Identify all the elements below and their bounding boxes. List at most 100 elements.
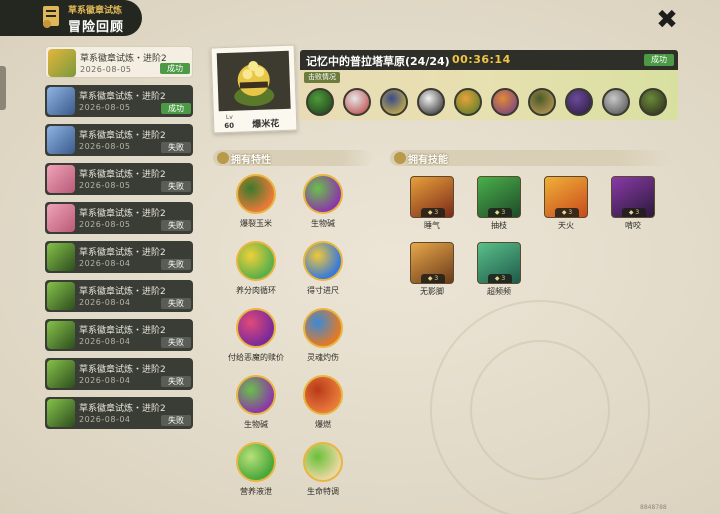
trait-item[interactable]: 灵魂灼伤 <box>293 308 353 363</box>
skill-item[interactable]: ◆ 3 抽枝 <box>477 176 521 231</box>
header-subtitle: 草系徽章试炼 <box>68 6 123 16</box>
result-badge: 成功 <box>644 54 674 66</box>
trait-icon <box>236 375 276 415</box>
pet-portrait <box>216 50 291 112</box>
record-result-badge: 失败 <box>161 415 191 426</box>
record-date: 2026-08-05 <box>79 103 131 112</box>
record-date: 2026-08-04 <box>79 337 131 346</box>
trait-item[interactable]: 爆裂玉米 <box>226 174 286 229</box>
battle-detail: Lv 60 爆米花 记忆中的普拉塔草原(24/24) 00:36:14 成功 击… <box>208 44 678 134</box>
record-item[interactable]: 草系徽章试炼・进阶2 2026-08-04 失败 <box>45 241 193 273</box>
trait-name: 付给恶魔的赎价 <box>228 353 284 362</box>
skill-item[interactable]: ◆ 3 睡气 <box>410 176 454 231</box>
defeated-foe-avatar <box>491 88 519 116</box>
skill-name: 抽枝 <box>491 221 507 230</box>
trait-item[interactable]: 生物碱 <box>293 174 353 229</box>
record-item[interactable]: 草系徽章试炼・进阶2 2026-08-05 失败 <box>45 202 193 234</box>
side-tab-handle[interactable] <box>0 66 6 110</box>
record-result-badge: 成功 <box>160 63 190 74</box>
defeated-foe-avatar <box>565 88 593 116</box>
trait-item[interactable]: 生物碱 <box>226 375 286 430</box>
skills-header: 拥有技能 <box>390 150 674 166</box>
record-item[interactable]: 草系徽章试炼・进阶2 2026-08-05 失败 <box>45 163 193 195</box>
record-date: 2026-08-05 <box>80 65 132 74</box>
trait-name: 养分肉循环 <box>236 286 276 295</box>
skill-cost: ◆ 3 <box>488 274 512 283</box>
record-item[interactable]: 草系徽章试炼・进阶2 2026-08-04 失败 <box>45 397 193 429</box>
pet-avatar <box>47 126 75 154</box>
trait-name: 爆裂玉米 <box>240 219 272 228</box>
defeated-foes <box>306 88 667 116</box>
skill-icon: ◆ 3 <box>410 176 454 218</box>
defeated-foe-avatar <box>602 88 630 116</box>
skill-item[interactable]: ◆ 3 啃咬 <box>611 176 655 231</box>
trait-icon <box>303 375 343 415</box>
defeated-foe-avatar <box>528 88 556 116</box>
trait-icon <box>236 308 276 348</box>
record-list: 草系徽章试炼・进阶2 2026-08-05 成功 草系徽章试炼・进阶2 2026… <box>45 46 193 436</box>
skill-icon: ◆ 3 <box>477 242 521 284</box>
record-item[interactable]: 草系徽章试炼・进阶2 2026-08-04 失败 <box>45 319 193 351</box>
battle-timer: 00:36:14 <box>452 53 511 66</box>
record-item[interactable]: 草系徽章试炼・进阶2 2026-08-04 失败 <box>45 358 193 390</box>
record-name: 草系徽章试炼・进阶2 <box>79 287 166 297</box>
record-item[interactable]: 草系徽章试炼・进阶2 2026-08-05 成功 <box>45 85 193 117</box>
trait-icon <box>303 308 343 348</box>
record-result-badge: 失败 <box>161 259 191 270</box>
level-label: Lv <box>225 113 234 121</box>
skill-name: 天火 <box>558 221 574 230</box>
record-result-badge: 失败 <box>161 142 191 153</box>
pet-avatar <box>47 243 75 271</box>
leaf-icon <box>394 152 406 164</box>
background-swirl <box>470 340 610 480</box>
record-date: 2026-08-05 <box>79 181 131 190</box>
close-button[interactable]: ✖ <box>656 7 678 33</box>
record-item[interactable]: 草系徽章试炼・进阶2 2026-08-05 失败 <box>45 124 193 156</box>
record-item[interactable]: 草系徽章试炼・进阶2 2026-08-04 失败 <box>45 280 193 312</box>
defeated-foe-avatar <box>343 88 371 116</box>
record-name: 草系徽章试炼・进阶2 <box>79 404 166 414</box>
skill-item[interactable]: ◆ 3 超频频 <box>477 242 521 297</box>
pet-avatar <box>48 49 76 77</box>
defeated-foe-avatar <box>454 88 482 116</box>
pet-name: 爆米花 <box>252 119 280 131</box>
trait-name: 生物碱 <box>311 219 335 228</box>
skill-name: 无影脚 <box>420 287 444 296</box>
record-date: 2026-08-04 <box>79 298 131 307</box>
skill-icon: ◆ 3 <box>477 176 521 218</box>
skill-cost: ◆ 3 <box>421 274 445 283</box>
stage-title: 记忆中的普拉塔草原(24/24) <box>306 55 450 68</box>
trait-name: 灵魂灼伤 <box>307 353 339 362</box>
skill-icon: ◆ 3 <box>544 176 588 218</box>
trait-item[interactable]: 生命特调 <box>293 442 353 497</box>
trait-item[interactable]: 得寸进尺 <box>293 241 353 296</box>
defeated-foe-avatar <box>639 88 667 116</box>
record-name: 草系徽章试炼・进阶2 <box>79 92 166 102</box>
record-name: 草系徽章试炼・进阶2 <box>79 209 166 219</box>
trait-item[interactable]: 爆燃 <box>293 375 353 430</box>
record-date: 2026-08-05 <box>79 220 131 229</box>
skill-cost: ◆ 3 <box>421 208 445 217</box>
traits-header: 拥有特性 <box>213 150 373 166</box>
header-banner: 草系徽章试炼 冒险回顾 <box>0 0 142 36</box>
record-result-badge: 失败 <box>161 376 191 387</box>
skills-title: 拥有技能 <box>408 155 448 166</box>
record-item[interactable]: 草系徽章试炼・进阶2 2026-08-05 成功 <box>45 46 193 78</box>
pet-avatar <box>47 282 75 310</box>
uid-text: 8848788 <box>640 504 667 511</box>
defeat-label: 击败情况 <box>304 72 340 83</box>
trait-icon <box>236 442 276 482</box>
record-date: 2026-08-04 <box>79 376 131 385</box>
stage-banner: 记忆中的普拉塔草原(24/24) 00:36:14 成功 击败情况 <box>300 50 678 120</box>
defeated-foe-avatar <box>380 88 408 116</box>
skill-item[interactable]: ◆ 3 无影脚 <box>410 242 454 297</box>
trait-icon <box>303 241 343 281</box>
trait-icon <box>236 174 276 214</box>
skill-item[interactable]: ◆ 3 天火 <box>544 176 588 231</box>
trait-item[interactable]: 付给恶魔的赎价 <box>226 308 286 363</box>
record-date: 2026-08-04 <box>79 259 131 268</box>
trait-item[interactable]: 养分肉循环 <box>226 241 286 296</box>
trait-item[interactable]: 营养液泄 <box>226 442 286 497</box>
record-result-badge: 失败 <box>161 298 191 309</box>
record-date: 2026-08-04 <box>79 415 131 424</box>
